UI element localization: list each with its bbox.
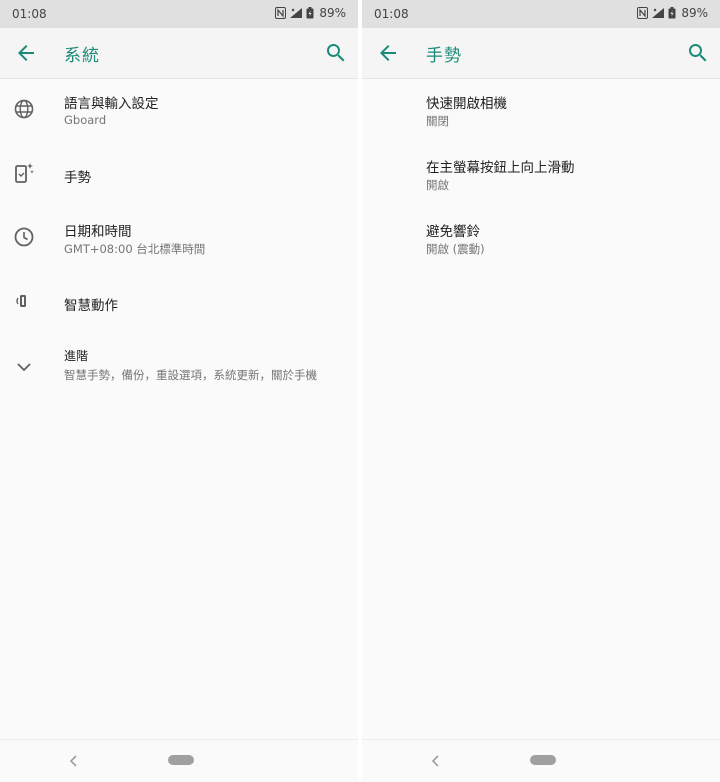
globe-icon — [14, 99, 34, 119]
phone-sparkle-icon — [15, 163, 34, 183]
list-item-quick-camera[interactable]: 快速開啟相機 關閉 — [362, 79, 720, 143]
list-item-date-time[interactable]: 日期和時間 GMT+08:00 台北標準時間 — [0, 207, 358, 271]
status-icons: 89% — [275, 6, 346, 20]
item-title: 日期和時間 — [64, 224, 132, 240]
item-title: 智慧動作 — [64, 298, 118, 314]
navigation-bar — [362, 739, 720, 782]
nav-back-icon[interactable] — [68, 753, 80, 769]
status-bar: 01:08 89% — [362, 0, 720, 28]
item-summary: GMT+08:00 台北標準時間 — [64, 242, 206, 256]
item-summary: 開啟 — [426, 178, 449, 192]
list-item-language-input[interactable]: 語言與輸入設定 Gboard — [0, 79, 358, 143]
search-icon[interactable] — [324, 41, 348, 65]
nav-back-icon[interactable] — [430, 753, 442, 769]
item-summary: 關閉 — [426, 114, 449, 128]
chevron-down-icon — [17, 363, 31, 372]
signal-icon — [290, 8, 303, 18]
list-item-prevent-ringing[interactable]: 避免響鈴 開啟 (震動) — [362, 207, 720, 271]
status-time: 01:08 — [12, 7, 47, 21]
item-title: 語言與輸入設定 — [64, 96, 159, 112]
gesture-list: 快速開啟相機 關閉 在主螢幕按鈕上向上滑動 開啟 避免響鈴 開啟 (震動) — [362, 79, 720, 271]
arrow-left-icon[interactable] — [14, 41, 38, 65]
page-title: 手勢 — [426, 46, 462, 66]
item-title: 快速開啟相機 — [426, 96, 507, 112]
item-title: 手勢 — [64, 170, 91, 186]
list-item-swipe-up-home[interactable]: 在主螢幕按鈕上向上滑動 開啟 — [362, 143, 720, 207]
item-title: 進階 — [64, 349, 89, 363]
arrow-left-icon[interactable] — [376, 41, 400, 65]
nfc-icon — [637, 7, 649, 19]
list-item-advanced[interactable]: 進階 智慧手勢，備份，重設選項，系統更新，關於手機 — [0, 335, 358, 399]
app-bar: 手勢 — [362, 28, 720, 79]
page-title: 系統 — [64, 46, 100, 66]
navigation-bar — [0, 739, 358, 782]
nav-home-pill[interactable] — [530, 755, 556, 765]
battery-percent: 89% — [319, 6, 346, 20]
nav-home-pill[interactable] — [168, 755, 194, 765]
nfc-icon — [275, 7, 287, 19]
item-title: 在主螢幕按鈕上向上滑動 — [426, 160, 575, 176]
battery-icon — [668, 7, 676, 19]
smart-action-icon — [16, 295, 26, 307]
settings-list: 語言與輸入設定 Gboard 手勢 日期和時間 GMT+08:00 台北標準時間… — [0, 79, 358, 399]
item-summary: 智慧手勢，備份，重設選項，系統更新，關於手機 — [64, 368, 317, 382]
status-icons: 89% — [637, 6, 708, 20]
app-bar: 系統 — [0, 28, 358, 79]
status-bar: 01:08 89% — [0, 0, 358, 28]
item-summary: 開啟 (震動) — [426, 242, 485, 256]
gestures-screen: 01:08 89% 手勢 快速開啟相機 關閉 在主螢幕按鈕上向上滑動 開啟 避免… — [362, 0, 720, 782]
screenshot-pair: 01:08 89% 系統 語言與輸入設定 Gboard 手勢 日期和時間 GMT… — [0, 0, 720, 782]
battery-percent: 89% — [681, 6, 708, 20]
battery-icon — [306, 7, 314, 19]
system-settings-screen: 01:08 89% 系統 語言與輸入設定 Gboard 手勢 日期和時間 GMT… — [0, 0, 358, 782]
list-item-gestures[interactable]: 手勢 — [0, 143, 358, 207]
clock-icon — [14, 227, 34, 247]
item-summary: Gboard — [64, 113, 107, 127]
signal-icon — [652, 8, 665, 18]
item-title: 避免響鈴 — [426, 224, 480, 240]
status-time: 01:08 — [374, 7, 409, 21]
list-item-smart-actions[interactable]: 智慧動作 — [0, 271, 358, 335]
search-icon[interactable] — [686, 41, 710, 65]
